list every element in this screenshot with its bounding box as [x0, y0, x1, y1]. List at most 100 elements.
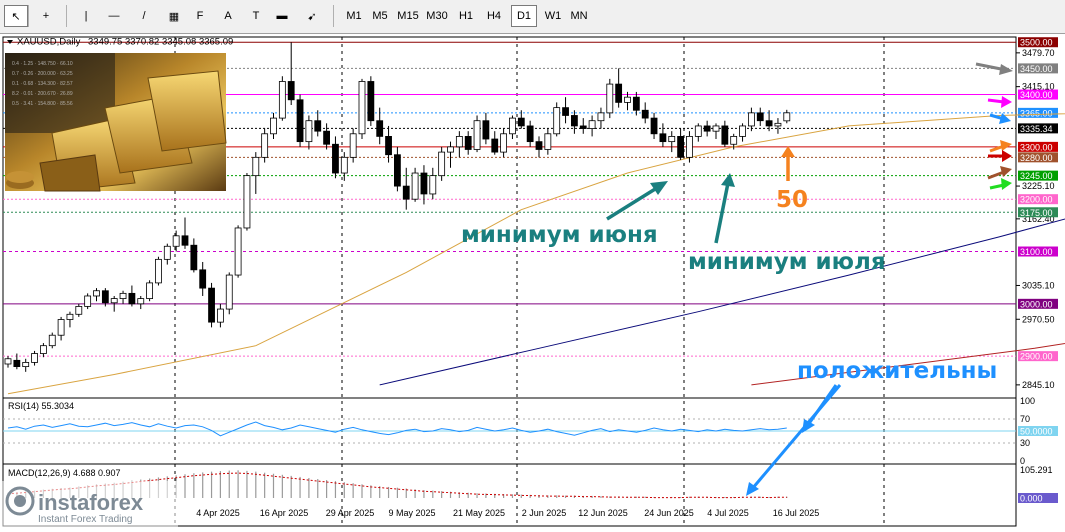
price-level-label: 3200.00: [1020, 195, 1053, 205]
price-level-label: 3100.00: [1020, 247, 1053, 257]
candle-bull: [75, 306, 83, 315]
arrows-icon[interactable]: ➹: [300, 5, 324, 27]
candle-bear: [526, 125, 534, 143]
candle-bull: [447, 146, 454, 153]
candle-bull: [66, 313, 74, 320]
y-tick-label: 3035.10: [1022, 280, 1055, 290]
svg-text:8.2 · 0.01 · 200.670 · 26.89: 8.2 · 0.01 · 200.670 · 26.89: [12, 91, 73, 97]
candle-bull: [509, 117, 516, 135]
cursor-icon[interactable]: ↖: [4, 5, 28, 27]
candle-bull: [234, 227, 242, 276]
candle-bear: [659, 133, 667, 143]
channel-icon[interactable]: ▦: [162, 5, 186, 27]
logo-tagline: Instant Forex Trading: [38, 514, 133, 525]
timeframe-h1[interactable]: H1: [453, 5, 479, 27]
candle-bull: [93, 290, 100, 297]
candle-bull: [411, 172, 419, 200]
candle-bull: [455, 136, 463, 148]
instaforex-logo: instaforex Instant Forex Trading: [0, 481, 178, 527]
macd-tick-label: 105.291: [1020, 465, 1053, 475]
y-tick-label: 3479.70: [1022, 48, 1055, 58]
fibonacci-icon[interactable]: F: [188, 5, 212, 27]
x-axis-label: 16 Apr 2025: [260, 508, 309, 518]
candle-bull: [473, 120, 481, 150]
candle-bear: [323, 130, 331, 145]
timeframe-h4[interactable]: H4: [481, 5, 507, 27]
vertical-line-icon[interactable]: |: [74, 5, 98, 27]
rsi-tick-label: 70: [1020, 414, 1030, 424]
annotation-june-min: минимум июня: [461, 222, 658, 248]
annotation-july-min: минимум июля: [688, 249, 886, 275]
x-axis-label: 2 Jun 2025: [522, 508, 567, 518]
timeframe-m30[interactable]: M30: [424, 5, 450, 27]
price-level-label: 3335.34: [1020, 124, 1053, 134]
timeframe-w1[interactable]: W1: [540, 5, 566, 27]
rsi-tick-label: 100: [1020, 396, 1035, 406]
candle-bull: [252, 156, 260, 177]
candle-bull: [305, 120, 313, 143]
annotation-positive: положительны: [797, 358, 997, 384]
x-axis-label: 9 May 2025: [388, 508, 435, 518]
x-axis-label: 4 Apr 2025: [196, 508, 240, 518]
rsi-line: [7, 421, 787, 437]
shape-icon[interactable]: ▬: [270, 5, 294, 27]
candle-bear: [571, 115, 578, 127]
candle-bear: [393, 154, 401, 187]
candle-bull: [137, 298, 145, 305]
candle-bull: [243, 175, 251, 229]
candle-bear: [199, 269, 207, 289]
chart-area[interactable]: 3479.70 3415.10 3225.10 3162.40 3035.10 2970.…: [0, 33, 1065, 527]
price-level-label: 3400.00: [1020, 90, 1053, 100]
candle-bull: [270, 117, 277, 135]
timeframe-mn[interactable]: MN: [566, 5, 592, 27]
candle-bull: [110, 298, 118, 304]
timeframe-d1[interactable]: D1: [511, 5, 537, 27]
candle-bull: [606, 83, 614, 114]
candle-bull: [40, 345, 47, 354]
candle-bull: [712, 125, 720, 132]
logo-brand: instaforex: [38, 490, 144, 515]
candle-bear: [101, 290, 109, 304]
text-icon[interactable]: A: [216, 5, 240, 27]
candle-bull: [278, 81, 286, 119]
x-axis-label: 21 May 2025: [453, 508, 505, 518]
candle-bull: [544, 133, 552, 150]
candle-bear: [517, 117, 525, 127]
candle-bull: [172, 235, 180, 247]
text-label-icon[interactable]: T: [244, 5, 268, 27]
arrow-june-min: [606, 181, 668, 221]
horizontal-line-icon[interactable]: —: [102, 5, 126, 27]
price-level-label: 3175.00: [1020, 208, 1053, 218]
candle-bear: [287, 81, 295, 101]
price-level-label: 3500.00: [1020, 38, 1053, 48]
macd-level-label: 0.000: [1020, 494, 1043, 504]
candle-bull: [553, 107, 561, 135]
candle-bull: [748, 112, 755, 127]
price-level-label: 3300.00: [1020, 142, 1053, 152]
candle-bull: [340, 156, 348, 174]
rsi-level-label: 50.0000: [1020, 427, 1053, 437]
svg-text:0.7 · 0.26 · 200.000 · 63.25: 0.7 · 0.26 · 200.000 · 63.25: [12, 71, 73, 77]
timeframe-m1[interactable]: M1: [341, 5, 367, 27]
candle-bear: [13, 359, 21, 368]
candle-bear: [650, 117, 658, 135]
candle-bull: [438, 151, 446, 177]
candle-bear: [482, 120, 490, 140]
x-axis-label: 29 Apr 2025: [326, 508, 375, 518]
candle-bull: [57, 319, 65, 336]
candle-bear: [632, 96, 640, 111]
candle-bull: [739, 125, 746, 137]
timeframe-m15[interactable]: M15: [395, 5, 421, 27]
crosshair-icon[interactable]: +: [34, 5, 58, 27]
candle-bull: [774, 122, 782, 127]
candle-bull: [429, 175, 437, 195]
y-tick-label: 2845.10: [1022, 380, 1055, 390]
price-chart[interactable]: 3479.703415.103225.103162.403035.102970.…: [0, 33, 1065, 527]
candle-bear: [385, 136, 392, 156]
price-level-label: 3365.00: [1020, 108, 1053, 118]
svg-text:0.5 · 3.41 · 154.800 · 85.56: 0.5 · 3.41 · 154.800 · 85.56: [12, 101, 73, 107]
trendline-icon[interactable]: /: [132, 5, 156, 27]
x-axis-label: 16 Jul 2025: [773, 508, 820, 518]
timeframe-m5[interactable]: M5: [367, 5, 393, 27]
candle-bear: [376, 120, 384, 137]
